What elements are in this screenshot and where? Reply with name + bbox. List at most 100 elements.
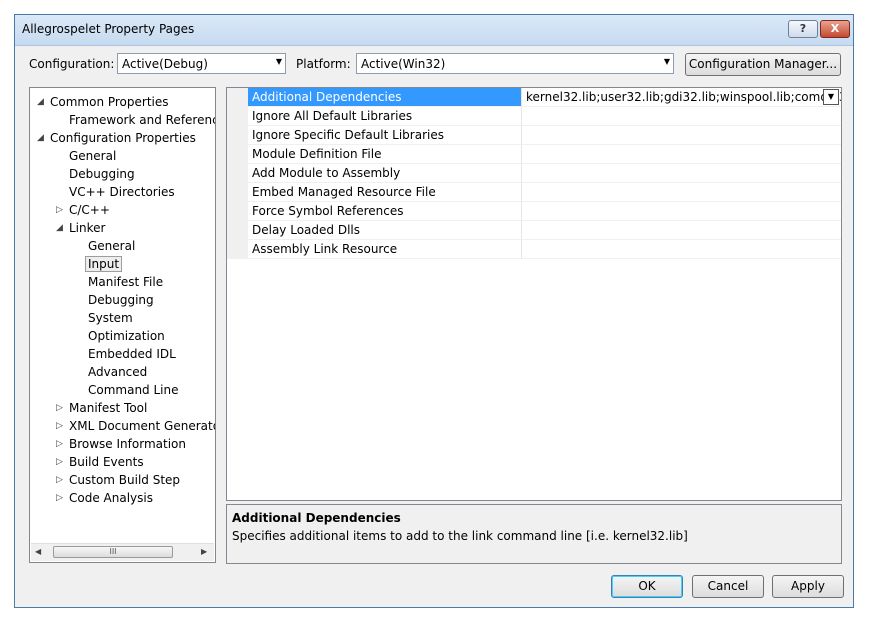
property-value[interactable] (522, 221, 841, 240)
tree-item-label: Configuration Properties (50, 131, 196, 145)
description-text: Specifies additional items to add to the… (232, 529, 688, 543)
tree-item[interactable]: Optimization (88, 328, 165, 345)
configuration-value: Active(Debug) (122, 57, 208, 71)
tree-item[interactable]: XML Document Generator (69, 418, 215, 435)
property-name[interactable]: Add Module to Assembly (248, 164, 522, 183)
property-row[interactable]: Add Module to Assembly (227, 164, 841, 183)
collapse-arrow-icon[interactable]: ◢ (37, 133, 44, 143)
scroll-right-icon[interactable]: ▶ (201, 547, 207, 556)
tree-item-label: Build Events (69, 455, 144, 469)
value-dropdown-button[interactable]: ▼ (823, 89, 839, 105)
expand-arrow-icon[interactable]: ▷ (56, 403, 63, 413)
platform-value: Active(Win32) (361, 57, 446, 71)
description-panel: Additional Dependencies Specifies additi… (226, 504, 842, 564)
expand-arrow-icon[interactable]: ▷ (56, 205, 63, 215)
tree-item-label: Manifest File (88, 275, 164, 289)
collapse-arrow-icon[interactable]: ◢ (56, 223, 63, 233)
expand-arrow-icon[interactable]: ▷ (56, 475, 63, 485)
property-value[interactable] (522, 107, 841, 126)
tree-item-label: Input (85, 256, 123, 272)
row-gutter (227, 145, 248, 164)
property-name[interactable]: Module Definition File (248, 145, 522, 164)
tree-item[interactable]: Configuration Properties (50, 130, 196, 147)
tree-item[interactable]: C/C++ (69, 202, 110, 219)
tree-item[interactable]: Debugging (88, 292, 154, 309)
property-name[interactable]: Ignore All Default Libraries (248, 107, 522, 126)
row-gutter (227, 88, 248, 107)
tree-item[interactable]: System (88, 310, 133, 327)
title-bar: Allegrospelet Property Pages ? X (15, 15, 853, 46)
tree-item[interactable]: Manifest Tool (69, 400, 147, 417)
tree-item[interactable]: Input (85, 256, 123, 273)
property-name[interactable]: Assembly Link Resource (248, 240, 522, 259)
row-gutter (227, 164, 248, 183)
expand-arrow-icon[interactable]: ▷ (56, 439, 63, 449)
tree-item-label: Debugging (88, 293, 154, 307)
property-value[interactable] (522, 240, 841, 259)
description-title: Additional Dependencies (232, 511, 401, 525)
property-value[interactable] (522, 126, 841, 145)
property-value[interactable] (522, 145, 841, 164)
close-button[interactable]: X (820, 20, 850, 38)
property-row[interactable]: Additional Dependencies kernel32.lib;user… (227, 88, 841, 107)
tree-item[interactable]: Build Events (69, 454, 144, 471)
scroll-left-icon[interactable]: ◀ (35, 547, 41, 556)
help-button[interactable]: ? (788, 20, 818, 38)
chevron-down-icon: ▼ (275, 57, 282, 66)
expand-arrow-icon[interactable]: ▷ (56, 493, 63, 503)
tree-item[interactable]: Advanced (88, 364, 147, 381)
expand-arrow-icon[interactable]: ▷ (56, 457, 63, 467)
apply-button[interactable]: Apply (772, 575, 844, 598)
scroll-thumb[interactable]: III (53, 546, 173, 558)
tree-item-label: VC++ Directories (69, 185, 175, 199)
tree-item[interactable]: Manifest File (88, 274, 163, 291)
tree-item[interactable]: Debugging (69, 166, 135, 183)
property-row[interactable]: Ignore All Default Libraries (227, 107, 841, 126)
configuration-select[interactable]: Active(Debug) ▼ (117, 53, 286, 74)
tree-item[interactable]: General (88, 238, 135, 255)
tree-item[interactable]: VC++ Directories (69, 184, 175, 201)
collapse-arrow-icon[interactable]: ◢ (37, 97, 44, 107)
property-value[interactable] (522, 164, 841, 183)
platform-select[interactable]: Active(Win32) ▼ (356, 53, 674, 74)
tree-item[interactable]: Browse Information (69, 436, 186, 453)
row-gutter (227, 107, 248, 126)
ok-button[interactable]: OK (611, 575, 683, 598)
property-value[interactable] (522, 183, 841, 202)
property-row[interactable]: Assembly Link Resource (227, 240, 841, 259)
property-row[interactable]: Force Symbol References (227, 202, 841, 221)
property-name[interactable]: Ignore Specific Default Libraries (248, 126, 522, 145)
tree-item-label: Code Analysis (69, 491, 153, 505)
tree-item[interactable]: Command Line (88, 382, 179, 399)
expand-arrow-icon[interactable]: ▷ (56, 421, 63, 431)
tree-item-label: Debugging (69, 167, 135, 181)
property-tree[interactable]: ◀ III ▶ ◢ Common Properties Framework and … (29, 87, 216, 563)
property-value[interactable]: kernel32.lib;user32.lib;gdi32.lib;winspo… (522, 88, 841, 107)
row-gutter (227, 240, 248, 259)
property-value[interactable] (522, 202, 841, 221)
tree-item[interactable]: Linker (69, 220, 105, 237)
property-row[interactable]: Embed Managed Resource File (227, 183, 841, 202)
tree-item[interactable]: General (69, 148, 116, 165)
tree-item[interactable]: Custom Build Step (69, 472, 180, 489)
window-title: Allegrospelet Property Pages (22, 22, 195, 36)
tree-horizontal-scrollbar[interactable]: ◀ III ▶ (31, 543, 214, 561)
tree-item-label: Custom Build Step (69, 473, 181, 487)
row-gutter (227, 126, 248, 145)
property-name[interactable]: Force Symbol References (248, 202, 522, 221)
property-row[interactable]: Ignore Specific Default Libraries (227, 126, 841, 145)
property-name[interactable]: Delay Loaded Dlls (248, 221, 522, 240)
property-grid[interactable]: Additional Dependencies kernel32.lib;user… (226, 87, 842, 501)
cancel-button[interactable]: Cancel (692, 575, 764, 598)
tree-item-label: Common Properties (50, 95, 169, 109)
configuration-manager-button[interactable]: Configuration Manager... (685, 53, 841, 76)
property-name[interactable]: Embed Managed Resource File (248, 183, 522, 202)
tree-item[interactable]: Embedded IDL (88, 346, 176, 363)
tree-item[interactable]: Framework and References (69, 112, 215, 129)
configuration-label: Configuration: (29, 57, 115, 71)
property-row[interactable]: Delay Loaded Dlls (227, 221, 841, 240)
property-name[interactable]: Additional Dependencies (248, 88, 522, 107)
property-row[interactable]: Module Definition File (227, 145, 841, 164)
tree-item[interactable]: Common Properties (50, 94, 169, 111)
tree-item[interactable]: Code Analysis (69, 490, 153, 507)
